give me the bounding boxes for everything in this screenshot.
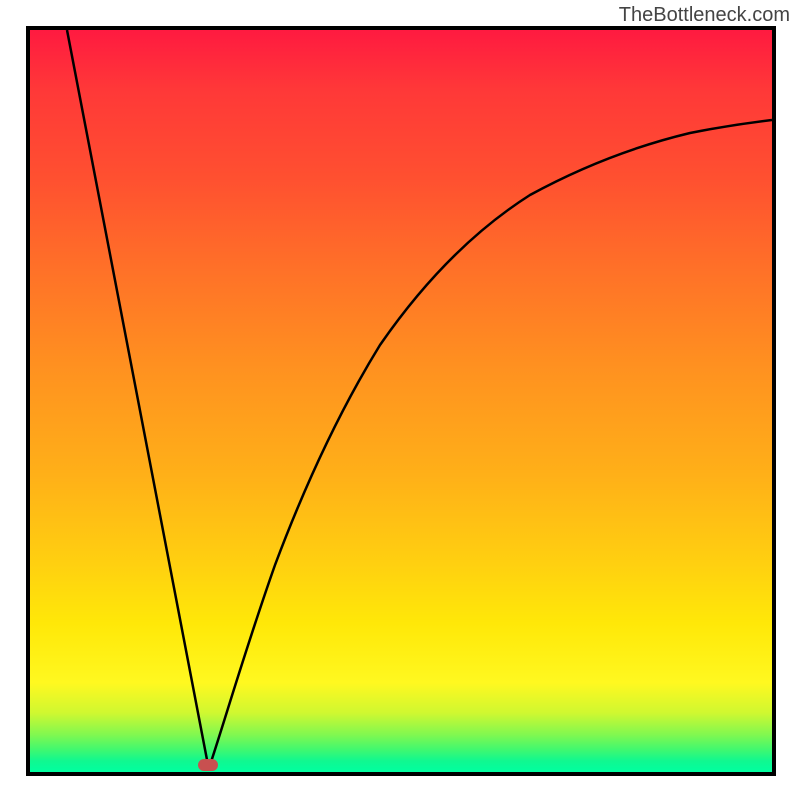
chart-frame bbox=[26, 26, 776, 776]
bottleneck-curve bbox=[30, 30, 772, 772]
watermark-text: TheBottleneck.com bbox=[619, 4, 790, 27]
curve-path bbox=[67, 30, 772, 765]
plot-area bbox=[30, 30, 772, 772]
optimal-point-marker bbox=[198, 759, 218, 771]
